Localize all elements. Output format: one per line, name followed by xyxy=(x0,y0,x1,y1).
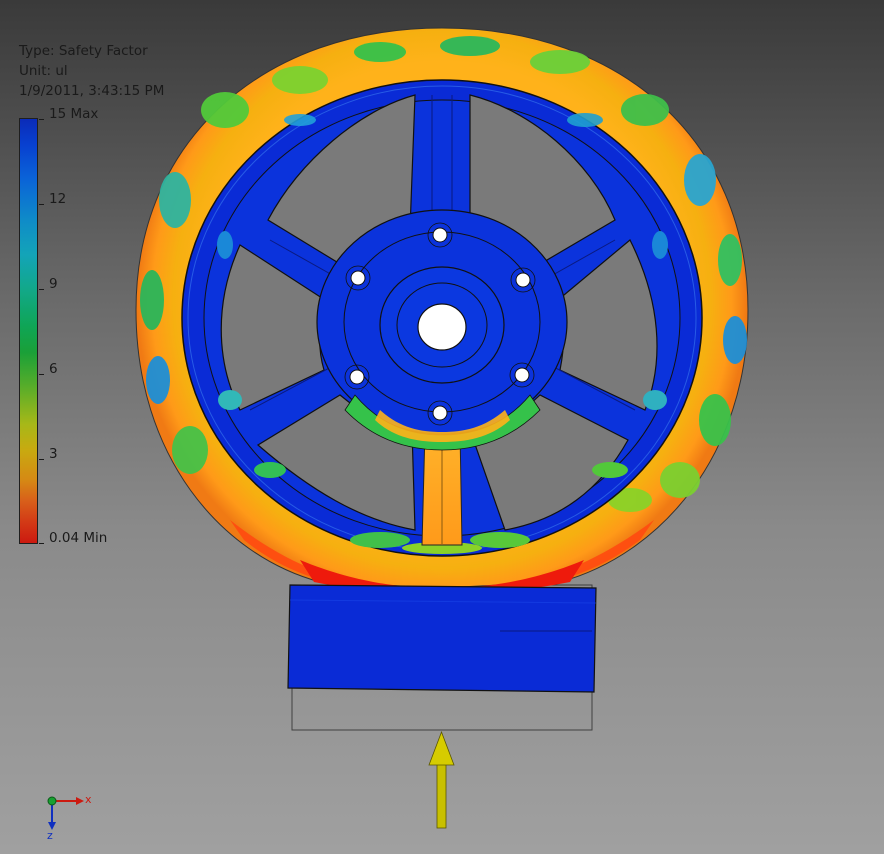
wheel-model[interactable] xyxy=(135,27,749,594)
model-viewport[interactable] xyxy=(0,0,884,854)
contact-block[interactable] xyxy=(287,584,597,693)
axle-hole xyxy=(417,303,467,351)
triad-x-label: x xyxy=(85,793,92,806)
view-triad[interactable] xyxy=(47,796,84,830)
triad-z-label: z xyxy=(47,829,53,842)
load-arrow-icon[interactable] xyxy=(428,730,455,829)
